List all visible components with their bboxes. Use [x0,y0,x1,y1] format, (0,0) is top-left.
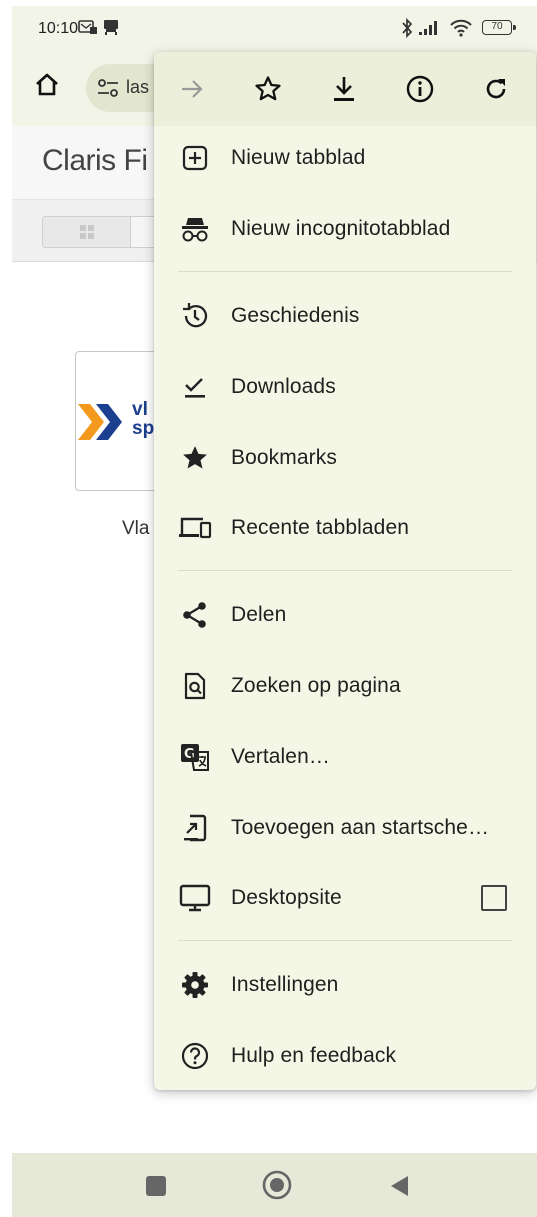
menu-item-desktop-site[interactable]: Desktopsite [154,868,536,928]
menu-item-settings[interactable]: Instellingen [154,955,536,1015]
find-in-page-icon [178,670,212,702]
grid-view-button[interactable] [42,216,132,248]
menu-item-translate[interactable]: G Vertalen… [154,727,536,787]
menu-item-share[interactable]: Delen [154,585,536,645]
overflow-menu: Nieuw tabblad Nieuw incognitotabblad Ges… [154,52,536,1090]
site-settings-icon[interactable] [96,76,120,105]
menu-item-history[interactable]: Geschiedenis [154,286,536,346]
menu-item-downloads[interactable]: Downloads [154,357,536,417]
menu-item-recent-tabs[interactable]: Recente tabbladen [154,498,536,558]
menu-item-label: Desktopsite [231,886,342,909]
help-icon [178,1040,212,1072]
wifi-icon [449,18,473,43]
signal-icon [418,18,442,41]
status-time: 10:10 [38,20,79,37]
history-icon [178,300,212,332]
notification-icon [78,18,98,41]
menu-divider [178,271,512,272]
bluetooth-icon [400,17,414,43]
share-icon [178,599,212,631]
system-nav-bar [12,1153,537,1217]
menu-item-label: Bookmarks [231,446,337,469]
menu-item-bookmarks[interactable]: Bookmarks [154,428,536,488]
menu-item-label: Downloads [231,375,336,398]
menu-item-incognito[interactable]: Nieuw incognitotabblad [154,199,536,259]
desktop-site-checkbox[interactable] [481,885,507,911]
chevrons-logo-icon [76,400,136,444]
star-filled-icon [178,442,212,474]
battery-indicator: 70 [482,20,516,35]
menu-item-label: Recente tabbladen [231,516,410,539]
app-card-label: Vla [122,518,150,539]
menu-item-label: Instellingen [231,973,339,996]
menu-item-label: Vertalen… [231,745,330,768]
menu-item-add-to-home[interactable]: Toevoegen aan startsche… [154,798,536,858]
bookmark-star-icon[interactable] [252,73,284,105]
back-nav-icon[interactable] [388,1174,410,1203]
info-icon[interactable] [404,73,436,105]
menu-item-label: Delen [231,603,287,626]
menu-item-label: Hulp en feedback [231,1044,397,1067]
recents-icon[interactable] [146,1176,166,1201]
home-nav-icon[interactable] [262,1170,292,1205]
grid-icon [80,225,94,239]
forward-icon[interactable] [176,73,208,105]
menu-item-new-tab[interactable]: Nieuw tabblad [154,128,536,188]
reload-icon[interactable] [480,73,512,105]
desktop-icon [178,882,212,914]
incognito-icon [178,213,212,245]
menu-action-row [154,52,536,126]
menu-divider [178,570,512,571]
menu-item-label: Geschiedenis [231,304,360,327]
download-icon[interactable] [328,73,360,105]
page-title: Claris Fi [42,144,148,177]
translate-icon: G [178,741,212,773]
menu-item-label: Nieuw incognitotabblad [231,217,451,240]
menu-divider [178,940,512,941]
downloads-icon [178,371,212,403]
url-text: las [126,77,150,97]
status-bar: 10:10 70 [12,6,537,50]
add-to-home-icon [178,812,212,844]
devices-icon [178,512,212,544]
logo-text: vl sp [132,399,155,439]
menu-item-find-in-page[interactable]: Zoeken op pagina [154,656,536,716]
menu-item-label: Nieuw tabblad [231,146,366,169]
settings-icon [178,969,212,1001]
menu-item-label: Zoeken op pagina [231,674,401,697]
menu-item-label: Toevoegen aan startsche… [231,816,490,839]
store-icon [102,18,120,41]
new-tab-icon [178,142,212,174]
home-icon[interactable] [34,72,60,103]
menu-item-help[interactable]: Hulp en feedback [154,1026,536,1086]
